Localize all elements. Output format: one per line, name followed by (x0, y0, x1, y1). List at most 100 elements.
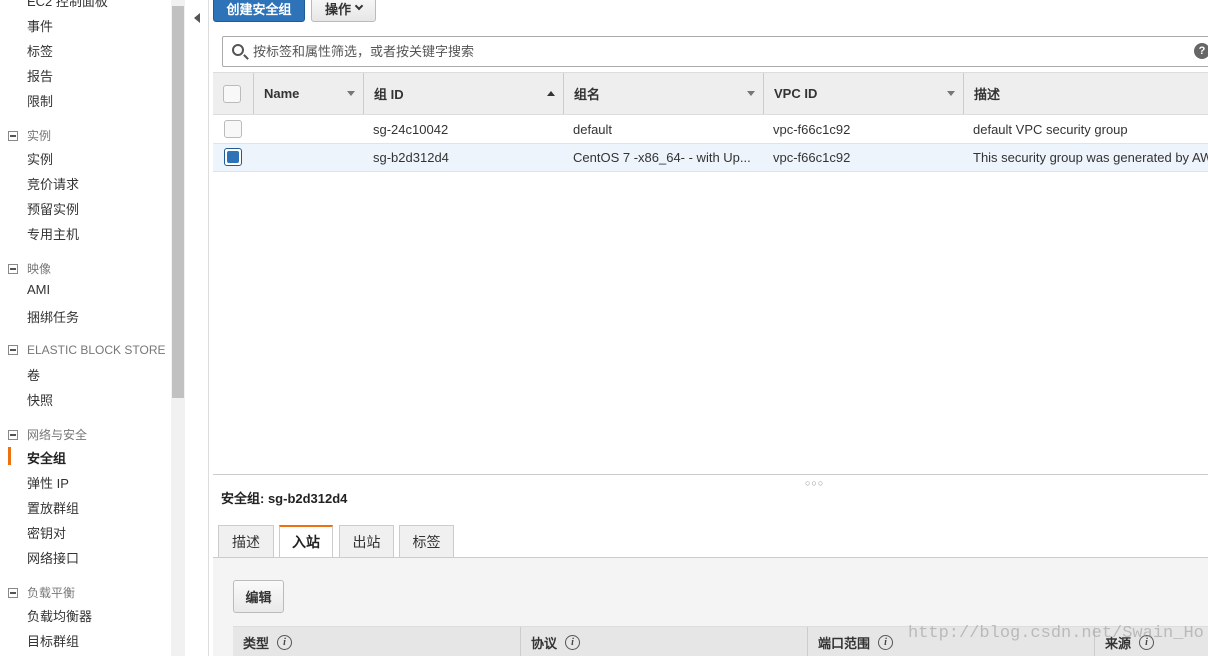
sidebar-scrollbar-thumb[interactable] (172, 6, 184, 398)
tab-outbound[interactable]: 出站 (339, 525, 394, 558)
sidebar-item-bundle-tasks[interactable]: 捆绑任务 (27, 307, 79, 326)
sidebar-nav: EC2 控制面板 事件 标签 报告 限制 实例 实例 竞价请求 预留实例 专用主… (0, 0, 171, 656)
info-icon[interactable]: i (1139, 634, 1155, 650)
sidebar-item-spot-requests[interactable]: 竞价请求 (27, 174, 79, 193)
table-row[interactable]: sg-b2d312d4 CentOS 7 -x86_64- - with Up.… (213, 144, 1208, 172)
active-indicator (8, 447, 11, 465)
select-all-checkbox[interactable] (223, 85, 241, 103)
info-icon[interactable]: i (277, 634, 293, 650)
section-title: 映像 (27, 262, 52, 276)
sidebar-item-limits[interactable]: 限制 (27, 91, 53, 110)
column-header-type[interactable]: 类型 i (233, 627, 520, 656)
sidebar-item-target-groups[interactable]: 目标群组 (27, 631, 79, 650)
cell-description: This security group was generated by AWS… (973, 150, 1208, 165)
column-label: 端口范围 (818, 635, 871, 651)
tab-label: 出站 (352, 533, 381, 550)
tab-label: 描述 (232, 533, 260, 550)
actions-label: 操作 (324, 1, 351, 17)
sidebar-item-events[interactable]: 事件 (27, 16, 53, 35)
sidebar-section-images[interactable]: 映像 (8, 260, 51, 277)
tab-label: 标签 (412, 533, 441, 550)
sidebar-section-load-balancing[interactable]: 负载平衡 (8, 584, 75, 601)
sidebar-collapse-strip[interactable] (185, 0, 209, 656)
sidebar-item-network-interfaces[interactable]: 网络接口 (27, 548, 79, 567)
cell-group-name: CentOS 7 -x86_64- - with Up... (573, 150, 751, 165)
sidebar-section-ebs[interactable]: ELASTIC BLOCK STORE (8, 343, 166, 357)
table-row[interactable]: sg-24c10042 default vpc-f66c1c92 default… (213, 116, 1208, 144)
cell-vpc-id: vpc-f66c1c92 (773, 150, 851, 165)
tab-tags[interactable]: 标签 (399, 525, 454, 558)
column-header-name[interactable]: Name (253, 73, 363, 114)
section-title: ELASTIC BLOCK STORE (27, 343, 166, 357)
sidebar-section-network-security[interactable]: 网络与安全 (8, 426, 87, 443)
create-security-group-button[interactable]: 创建安全组 (213, 0, 305, 22)
column-label: 组 ID (374, 87, 404, 102)
collapse-left-icon[interactable] (194, 13, 200, 23)
tab-label: 入站 (292, 534, 320, 550)
column-label: Name (264, 86, 300, 101)
sidebar-item-volumes[interactable]: 卷 (27, 365, 40, 384)
sort-icon (747, 91, 755, 96)
sidebar-item-reports[interactable]: 报告 (27, 66, 53, 85)
sort-icon (347, 91, 355, 96)
column-label: 来源 (1105, 635, 1132, 651)
collapse-icon (8, 130, 18, 141)
collapse-icon (8, 587, 18, 598)
create-label: 创建安全组 (226, 1, 292, 17)
row-checkbox[interactable] (224, 148, 242, 166)
actions-dropdown-button[interactable]: 操作 (311, 0, 376, 22)
detail-title: 安全组: sg-b2d312d4 (221, 491, 348, 506)
cell-description: default VPC security group (973, 122, 1128, 137)
sidebar-item-placement-groups[interactable]: 置放群组 (27, 498, 79, 517)
column-header-protocol[interactable]: 协议 i (520, 627, 807, 656)
column-header-group-id[interactable]: 组 ID (363, 73, 563, 114)
pane-divider[interactable] (213, 474, 1208, 475)
search-input[interactable] (253, 37, 1153, 66)
cell-vpc-id: vpc-f66c1c92 (773, 122, 851, 137)
cell-name (263, 116, 363, 143)
column-label: 协议 (531, 635, 558, 651)
sidebar-item-security-groups[interactable]: 安全组 (27, 448, 66, 467)
info-icon[interactable]: i (565, 634, 581, 650)
drag-handle-icon[interactable]: ○○○ (805, 478, 824, 488)
column-label: 描述 (974, 87, 1001, 102)
sort-icon (947, 91, 955, 96)
collapse-icon (8, 345, 18, 355)
sidebar-item-ami[interactable]: AMI (27, 282, 50, 297)
edit-label: 编辑 (245, 590, 272, 605)
edit-button[interactable]: 编辑 (233, 580, 284, 613)
help-icon[interactable]: ? (1194, 43, 1208, 59)
sidebar-item-reserved-instances[interactable]: 预留实例 (27, 199, 79, 218)
chevron-down-icon (354, 1, 364, 11)
sidebar-item-snapshots[interactable]: 快照 (27, 390, 53, 409)
column-header-group-name[interactable]: 组名 (563, 73, 763, 114)
section-title: 网络与安全 (27, 428, 88, 442)
column-header-description[interactable]: 描述 (963, 73, 1208, 114)
sidebar-item-elastic-ips[interactable]: 弹性 IP (27, 473, 69, 492)
tab-inbound[interactable]: 入站 (279, 525, 333, 558)
sidebar-section-instances[interactable]: 实例 (8, 127, 51, 144)
sidebar-item-ec2-dashboard[interactable]: EC2 控制面板 (27, 0, 108, 10)
tab-description[interactable]: 描述 (218, 525, 274, 558)
search-icon (232, 44, 244, 56)
section-title: 负载平衡 (27, 586, 76, 600)
cell-name (263, 144, 363, 171)
section-title: 实例 (27, 129, 52, 143)
sidebar-item-tags[interactable]: 标签 (27, 41, 53, 60)
sidebar-item-load-balancers[interactable]: 负载均衡器 (27, 606, 92, 625)
search-bar[interactable] (222, 36, 1208, 67)
row-checkbox[interactable] (224, 120, 242, 138)
collapse-icon (8, 263, 18, 274)
sidebar-item-instances[interactable]: 实例 (27, 149, 53, 168)
column-header-vpc-id[interactable]: VPC ID (763, 73, 963, 114)
info-icon[interactable]: i (878, 634, 894, 650)
column-label: 类型 (243, 635, 270, 651)
column-header-source[interactable]: 来源 i (1094, 627, 1208, 656)
column-label: VPC ID (774, 86, 818, 101)
cell-group-id: sg-24c10042 (373, 122, 449, 137)
sidebar-item-key-pairs[interactable]: 密钥对 (27, 523, 66, 542)
table-header: Name 组 ID 组名 VPC ID 描述 (213, 72, 1208, 115)
sidebar-item-dedicated-hosts[interactable]: 专用主机 (27, 224, 79, 243)
column-header-port-range[interactable]: 端口范围 i (807, 627, 1094, 656)
rules-table-header: 类型 i 协议 i 端口范围 i 来源 i (233, 626, 1208, 656)
